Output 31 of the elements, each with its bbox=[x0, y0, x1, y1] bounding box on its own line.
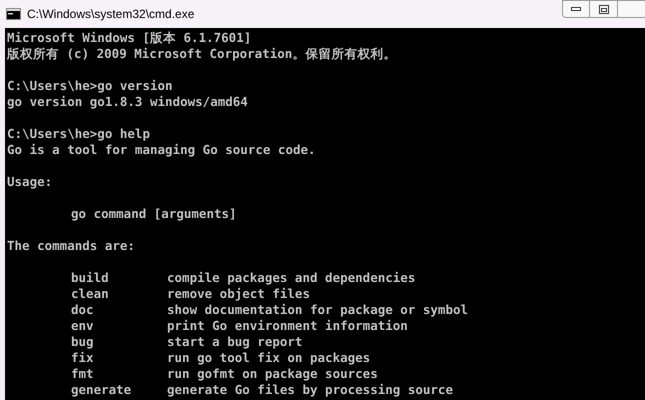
command-description: run gofmt on package sources bbox=[167, 366, 378, 382]
command-name: clean bbox=[71, 286, 110, 302]
console-icon bbox=[6, 8, 21, 20]
console-line: The commands are: bbox=[7, 238, 135, 254]
command-name: bug bbox=[71, 334, 95, 350]
minimize-icon bbox=[571, 7, 581, 11]
command-name: env bbox=[71, 318, 95, 334]
console-line: C:\Users\he>go version bbox=[7, 78, 173, 94]
console-line: Microsoft Windows [版本 6.1.7601] bbox=[7, 30, 252, 46]
restore-icon bbox=[598, 4, 608, 14]
console-line: 版权所有 (c) 2009 Microsoft Corporation。保留所有权利。 bbox=[7, 46, 396, 62]
command-description: run go tool fix on packages bbox=[167, 350, 370, 366]
window-title: C:\Windows\system32\cmd.exe bbox=[27, 6, 194, 23]
command-name: build bbox=[71, 270, 110, 286]
command-name: doc bbox=[71, 302, 95, 318]
console-line: go version go1.8.3 windows/amd64 bbox=[7, 94, 248, 110]
command-name: fmt bbox=[71, 366, 95, 382]
command-description: start a bug report bbox=[167, 334, 302, 350]
console-line: C:\Users\he>go help bbox=[7, 126, 150, 142]
command-name: fix bbox=[71, 350, 95, 366]
command-description: remove object files bbox=[167, 286, 310, 302]
minimize-button[interactable] bbox=[562, 0, 590, 18]
console-line: Usage: bbox=[7, 174, 52, 190]
command-name: generate bbox=[71, 382, 132, 398]
command-description: generate Go files by processing source bbox=[167, 382, 453, 398]
command-description: compile packages and dependencies bbox=[167, 270, 416, 286]
command-description: print Go environment information bbox=[167, 318, 408, 334]
console-line: go command [arguments] bbox=[71, 206, 237, 222]
command-description: show documentation for package or symbol bbox=[167, 302, 468, 318]
maximize-button[interactable] bbox=[590, 0, 618, 18]
console-line: Go is a tool for managing Go source code. bbox=[7, 142, 316, 158]
